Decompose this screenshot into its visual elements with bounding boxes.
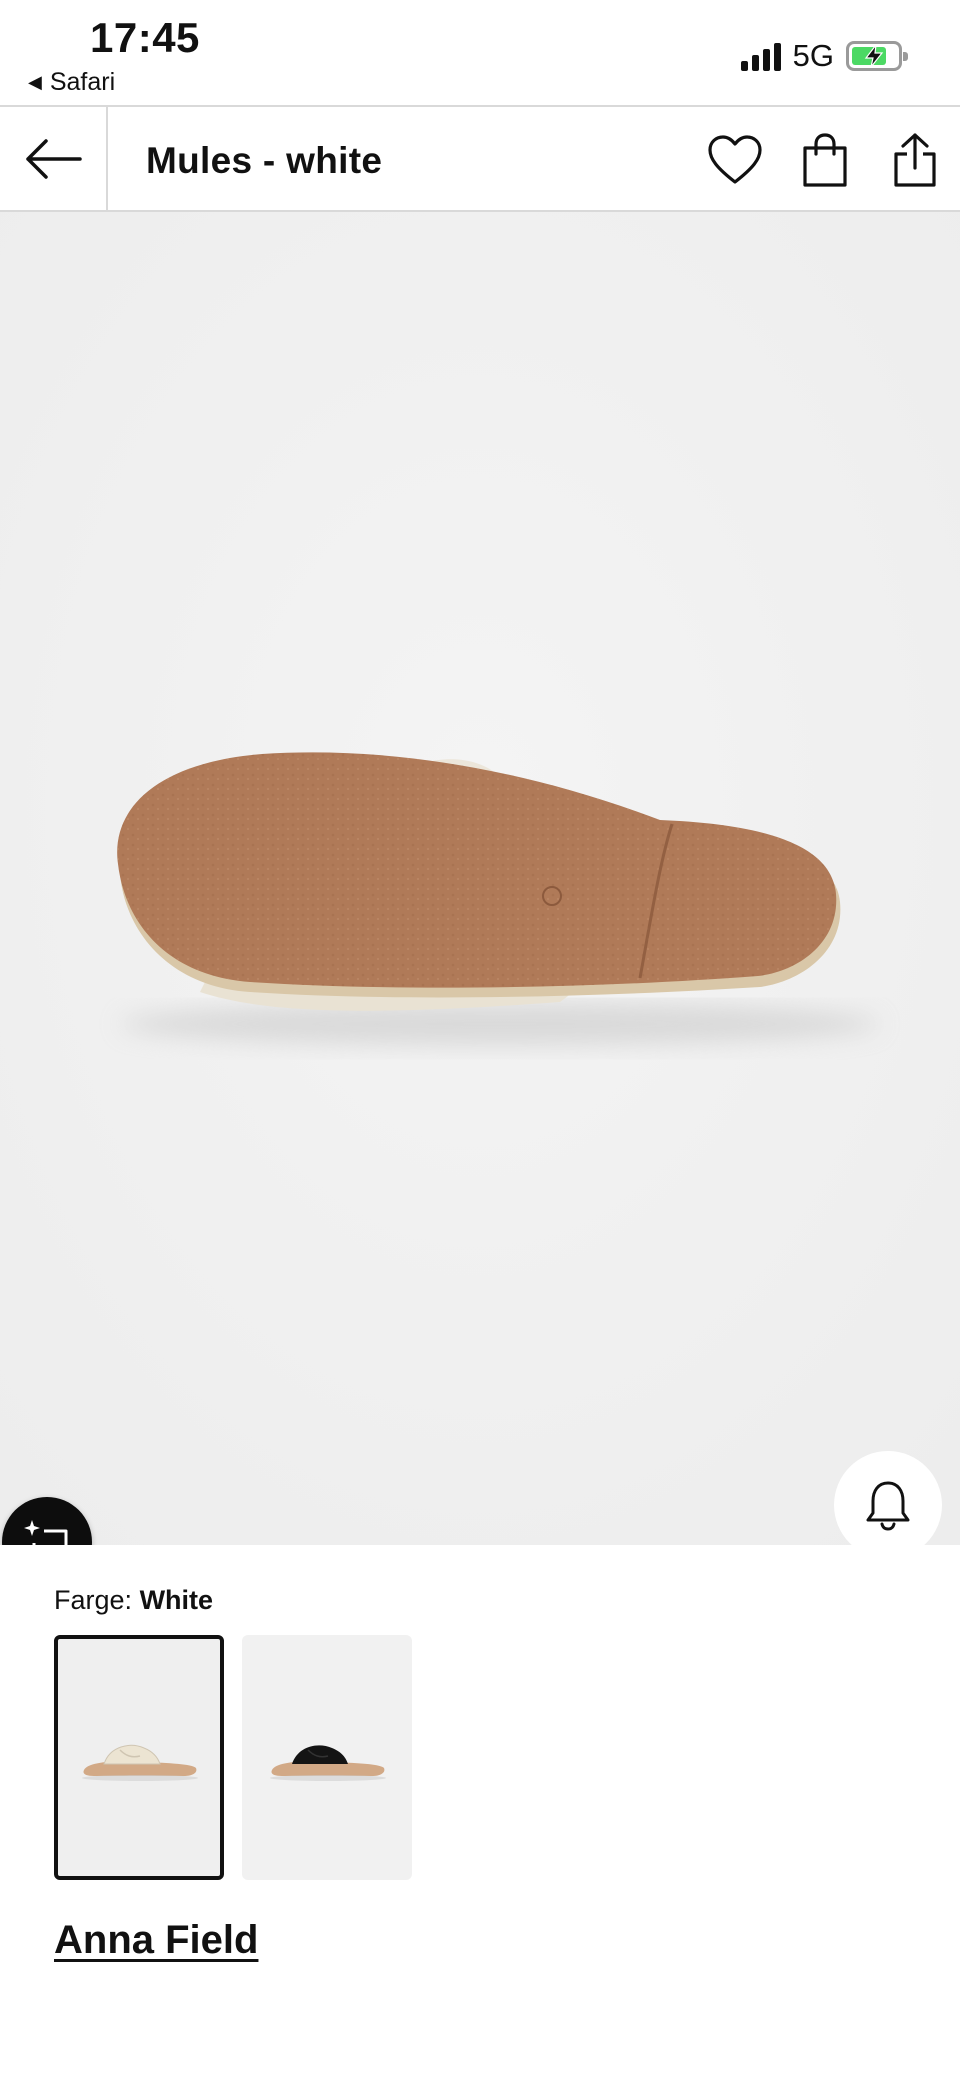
black-sandal-thumbnail [270, 1744, 386, 1781]
back-triangle-icon: ◀ [28, 72, 42, 92]
status-time: 17:45 [90, 14, 200, 61]
brand-link[interactable]: Anna Field [54, 1918, 258, 1963]
wishlist-button[interactable] [706, 131, 764, 189]
product-page: 17:45 ◀ Safari 5G Mules - white Farge: W… [0, 0, 960, 2077]
bag-button[interactable] [796, 131, 854, 189]
variant-swatch-black[interactable] [242, 1635, 412, 1880]
product-photo [0, 212, 960, 1545]
back-button[interactable] [0, 107, 108, 210]
share-button[interactable] [886, 131, 944, 189]
signal-icon [740, 41, 781, 71]
bell-icon [866, 1481, 910, 1531]
color-label-prefix: Farge: [54, 1585, 133, 1615]
battery-icon [846, 41, 908, 71]
charging-bolt-icon [864, 44, 884, 68]
variant-swatch-white[interactable] [54, 1635, 224, 1880]
back-app-label: Safari [49, 68, 116, 96]
page-title: Mules - white [146, 140, 383, 181]
back-to-app-link[interactable]: ◀ Safari [28, 68, 115, 97]
color-label: Farge: White [54, 1585, 213, 1616]
share-icon [894, 133, 936, 187]
heart-icon [708, 135, 762, 184]
white-sandal-thumbnail [82, 1744, 198, 1781]
color-value: White [139, 1585, 214, 1615]
status-indicators: 5G [740, 38, 908, 74]
status-bar: 17:45 ◀ Safari 5G [0, 0, 960, 105]
sparkle-chat-icon [24, 1520, 68, 1545]
top-nav-bar: Mules - white [0, 105, 960, 212]
product-image[interactable] [0, 212, 960, 1545]
shopping-bag-icon [803, 133, 847, 187]
network-type: 5G [792, 38, 834, 73]
back-arrow-icon [26, 138, 82, 179]
